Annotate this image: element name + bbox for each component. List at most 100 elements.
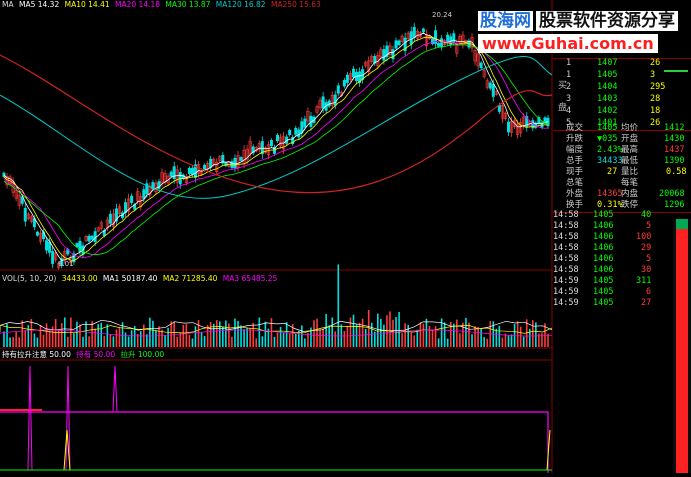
candlestick-chart[interactable] [0, 0, 553, 473]
watermark-slogan: 股票软件资源分享 [536, 11, 678, 31]
tick-time: 14:59 [553, 298, 579, 308]
tick-time: 14:58 [553, 221, 579, 231]
stat-row: 成交 1405 均价 1412 [553, 123, 691, 134]
chart-background [0, 0, 553, 473]
order-book-row[interactable]: 4 1402 18 [553, 106, 691, 117]
stat-value: 1437 [664, 145, 685, 155]
order-level: 3 [566, 94, 572, 104]
candle-body [233, 157, 237, 169]
tick-row[interactable]: 14:58 1406 5 [553, 254, 691, 265]
order-book-row[interactable]: 1 1405 3 [553, 70, 691, 81]
volume-legend-item: MA3 65485.25 [222, 274, 278, 283]
candle-body [169, 171, 173, 177]
candle-body [87, 235, 91, 242]
stat-value: 20068 [659, 189, 685, 199]
order-level: 4 [566, 106, 572, 116]
tick-time: 14:59 [553, 287, 579, 297]
tick-volume: 40 [641, 210, 652, 220]
order-book-row[interactable]: 1 1407 26 [553, 58, 691, 69]
stock-chart-window: MA MA5 14.32 MA10 14.41 MA20 14.18 MA30 … [0, 0, 691, 473]
tick-volume: 27 [641, 298, 652, 308]
candle-body [431, 38, 435, 44]
watermark-url: www.Guhai.com.cn [478, 34, 658, 53]
candle-body [45, 240, 49, 251]
order-qty: 295 [650, 82, 666, 92]
volume-legend-item: 34433.00 [61, 274, 98, 283]
tick-row[interactable]: 14:59 1405 6 [553, 287, 691, 298]
tick-volume: 29 [641, 243, 652, 253]
candle-body [497, 105, 501, 112]
order-price: 1404 [597, 82, 618, 92]
candle-body [288, 129, 292, 136]
order-price: 1407 [597, 58, 618, 68]
candle-body [35, 231, 39, 236]
stat-label: 最高 [621, 145, 639, 155]
candle-body [351, 68, 355, 78]
tick-time: 14:58 [553, 254, 579, 264]
tick-time: 14:58 [553, 243, 579, 253]
candle-body [452, 33, 456, 43]
order-qty: 26 [650, 58, 661, 68]
candle-body [130, 195, 134, 203]
tick-row[interactable]: 14:59 1405 27 [553, 298, 691, 309]
stat-label: 升跌 [566, 134, 584, 144]
candle-body [333, 94, 337, 106]
stat-row: 升跌 ▼035 开盘 1430 [553, 134, 691, 145]
order-book-row[interactable]: 2 1404 295 [553, 82, 691, 93]
candle-body [23, 207, 27, 222]
tick-price: 1406 [593, 232, 614, 242]
stat-row: 外盘 14365 内盘 20068 [553, 189, 691, 200]
candle-body [203, 164, 207, 171]
candle-body [276, 134, 280, 142]
tick-row[interactable]: 14:58 1406 5 [553, 221, 691, 232]
high-price-annotation: 20.24 [432, 11, 453, 19]
candle-body [269, 140, 273, 147]
stat-row: 现手 27 量比 0.58 [553, 167, 691, 178]
stat-value: 1390 [664, 156, 685, 166]
stat-row: 总笔 每笔 [553, 178, 691, 189]
tick-row[interactable]: 14:58 1405 40 [553, 210, 691, 221]
tick-row[interactable]: 14:58 1406 100 [553, 232, 691, 243]
tick-price: 1405 [593, 287, 614, 297]
indicator-legend-item: 拉升 100.00 [120, 350, 165, 359]
stat-value: 1430 [664, 134, 685, 144]
stat-label: 现手 [566, 167, 584, 177]
tick-row[interactable]: 14:58 1406 29 [553, 243, 691, 254]
stat-value: 27 [607, 167, 618, 177]
candle-body [382, 49, 386, 61]
order-qty: 3 [650, 70, 656, 80]
tick-volume: 5 [646, 221, 652, 231]
tick-time: 14:58 [553, 210, 579, 220]
tick-row[interactable]: 14:59 1405 311 [553, 276, 691, 287]
tick-price: 1406 [593, 243, 614, 253]
ma-legend-item: MA120 16.82 [215, 0, 266, 9]
stat-label: 最低 [621, 156, 639, 166]
tick-row[interactable]: 14:58 1406 30 [553, 265, 691, 276]
candle-body [187, 167, 191, 174]
gauge-sell-fill [676, 219, 688, 229]
candle-body [479, 62, 483, 69]
candle-body [108, 213, 112, 224]
tick-price: 1405 [593, 210, 614, 220]
stat-label: 总笔 [566, 178, 584, 188]
order-price: 1405 [597, 70, 618, 80]
candle-body [209, 158, 213, 168]
candle-body [345, 74, 349, 83]
tick-volume: 100 [636, 232, 652, 242]
order-book-row[interactable]: 3 1403 28 [553, 94, 691, 105]
candle-body [440, 38, 444, 48]
stat-label: 开盘 [621, 134, 639, 144]
candle-body [239, 157, 243, 161]
low-price-annotation: 6.01 [58, 260, 74, 268]
stat-value: ▼035 [597, 134, 618, 144]
candle-body [394, 40, 398, 49]
tick-volume: 6 [646, 287, 652, 297]
tick-price: 1406 [593, 221, 614, 231]
stat-label: 均价 [621, 123, 639, 133]
candle-body [93, 231, 97, 243]
order-level: 2 [566, 82, 572, 92]
volume-legend-item: MA1 50187.40 [102, 274, 158, 283]
tick-volume: 30 [641, 265, 652, 275]
candle-body [336, 85, 340, 94]
candle-body [294, 127, 298, 135]
